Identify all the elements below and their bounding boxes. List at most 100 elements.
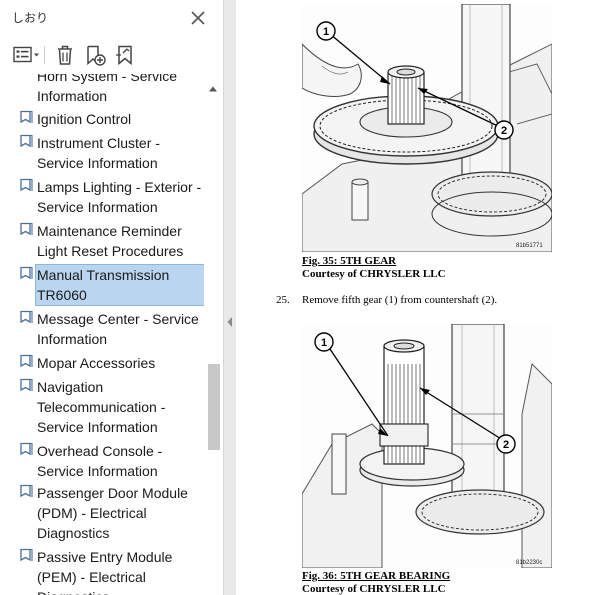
trash-icon xyxy=(58,45,72,65)
bookmarks-panel: しおり Horn System - Service Information Ig… xyxy=(0,0,224,595)
bookmark-label-line: Navigation xyxy=(37,379,104,395)
bookmark-item[interactable]: Horn System - Service Information xyxy=(16,74,204,107)
figure-36-courtesy: Courtesy of CHRYSLER LLC xyxy=(302,583,446,595)
bookmark-icon xyxy=(20,354,33,368)
bookmark-item[interactable]: Passenger Door Module (PDM) - Electrical D… xyxy=(16,482,204,544)
figure-36-image: 1 2 81b2230c xyxy=(301,323,553,569)
bookmark-icon xyxy=(20,134,33,148)
bookmark-icon xyxy=(20,310,33,324)
scroll-up-icon xyxy=(209,86,217,92)
step-text: Remove fifth gear (1) from countershaft … xyxy=(302,294,498,306)
bookmark-icon xyxy=(20,548,33,562)
bookmark-item[interactable]: Passive Entry Module (PEM) - Electrical Di… xyxy=(16,546,204,595)
figure-36-callout-2: 2 xyxy=(503,439,509,451)
bookmark-item[interactable]: Maintenance Reminder Light Reset Procedur… xyxy=(16,220,204,262)
bookmark-icon xyxy=(20,442,33,456)
bookmark-icon xyxy=(20,266,33,280)
figure-35-courtesy: Courtesy of CHRYSLER LLC xyxy=(302,268,446,280)
bookmark-item-label: Overhead Console - Service Information xyxy=(35,440,204,482)
options-button[interactable] xyxy=(10,42,42,68)
bookmark-item-label: Horn System - Service Information xyxy=(35,74,204,107)
add-bookmark-icon xyxy=(87,45,106,66)
find-bookmark-button[interactable] xyxy=(112,42,138,68)
bookmark-label-line: Overhead Console - xyxy=(37,443,163,459)
figure-36-title: Fig. 36: 5TH GEAR BEARING xyxy=(302,570,451,582)
bookmark-item[interactable]: Lamps Lighting - Exterior - Service Infor… xyxy=(16,176,204,218)
scroll-thumb[interactable] xyxy=(208,364,220,450)
bookmark-label-line: Maintenance Reminder xyxy=(37,223,182,239)
bookmark-item-label: Mopar Accessories xyxy=(35,352,204,374)
figure-35-title: Fig. 35: 5TH GEAR xyxy=(302,255,397,267)
bookmark-icon xyxy=(20,378,33,392)
bookmark-label-line: Service Information xyxy=(37,463,158,479)
close-icon xyxy=(191,11,205,25)
bookmark-label-line: Telecommunication - xyxy=(37,399,166,415)
bookmark-item[interactable]: Overhead Console - Service Information xyxy=(16,440,204,482)
figure-36-callout-1: 1 xyxy=(321,337,327,349)
bookmark-label-line: (PDM) - Electrical xyxy=(37,505,147,521)
bookmark-label-line: Information xyxy=(37,88,108,104)
bookmark-icon xyxy=(20,222,33,236)
bookmark-icon xyxy=(20,484,33,498)
bookmark-label-line: (PEM) - Electrical xyxy=(37,569,146,585)
figure-35-caption: Fig. 35: 5TH GEAR Courtesy of CHRYSLER L… xyxy=(302,255,446,281)
document-page: 1 2 81b51771 Fig. 35: 5TH GEAR Courtesy … xyxy=(236,0,600,595)
bookmark-label-line: Service Information xyxy=(37,199,158,215)
figure-36-caption: Fig. 36: 5TH GEAR BEARING Courtesy of CH… xyxy=(302,570,450,595)
collapse-panel-handle[interactable] xyxy=(226,315,234,327)
chevron-left-icon xyxy=(227,317,232,327)
list-options-icon xyxy=(13,46,39,63)
figure-35-image: 1 2 81b51771 xyxy=(301,3,553,253)
toolbar-separator xyxy=(44,46,45,64)
panel-header: しおり xyxy=(0,0,223,34)
procedure-step: 25. Remove fifth gear (1) from countersha… xyxy=(276,294,497,306)
panel-divider[interactable] xyxy=(224,0,236,595)
fifth-gear-bearing-illustration: 1 2 xyxy=(301,323,553,569)
bookmark-item[interactable]: Navigation Telecommunication - Service Inf… xyxy=(16,376,204,438)
bookmark-label-line: Service Information xyxy=(37,419,158,435)
bookmark-item-label: Maintenance Reminder Light Reset Procedur… xyxy=(35,220,204,262)
bookmark-label-line: Lamps Lighting - Exterior - xyxy=(37,179,202,195)
bookmark-label-line: Diagnostics xyxy=(37,525,110,541)
bookmarks-scrollbar[interactable] xyxy=(204,74,222,595)
close-panel-button[interactable] xyxy=(186,6,210,30)
bookmark-item-label: Passive Entry Module (PEM) - Electrical Di… xyxy=(35,546,204,595)
bookmark-label-line: Passive Entry Module xyxy=(37,549,173,565)
bookmark-tree: Horn System - Service Information Ignition… xyxy=(0,74,204,595)
bookmark-item-label: Message Center - Service Information xyxy=(35,308,204,350)
bookmark-label-line: Service Information xyxy=(37,155,158,171)
bookmark-label-line: Message Center - Service xyxy=(37,311,199,327)
bookmark-label-line: Instrument Cluster - xyxy=(37,135,160,151)
bookmarks-toolbar xyxy=(0,38,223,72)
bookmark-label-line: Ignition Control xyxy=(37,111,132,127)
bookmark-item[interactable]: Manual Transmission TR6060 xyxy=(16,264,204,306)
bookmark-item-label: Lamps Lighting - Exterior - Service Infor… xyxy=(35,176,204,218)
bookmark-item-label: Navigation Telecommunication - Service Inf… xyxy=(35,376,204,438)
bookmark-label-line: Information xyxy=(37,331,108,347)
figure-35-callout-2: 2 xyxy=(501,125,507,137)
bookmark-item[interactable]: Message Center - Service Information xyxy=(16,308,204,350)
bookmark-label-line: Mopar Accessories xyxy=(37,355,156,371)
scroll-up-button[interactable] xyxy=(208,80,218,92)
bookmark-item-label: Instrument Cluster - Service Information xyxy=(35,132,204,174)
bookmark-label-line: TR6060 xyxy=(37,287,87,303)
bookmark-item-label: Ignition Control xyxy=(35,108,204,130)
panel-title: しおり xyxy=(12,11,49,25)
fifth-gear-illustration: 1 2 xyxy=(301,3,553,253)
bookmark-item-label: Passenger Door Module (PDM) - Electrical D… xyxy=(35,482,204,544)
bookmark-label-line: Manual Transmission xyxy=(37,267,170,283)
bookmark-label-line: Horn System - Service xyxy=(37,74,178,84)
delete-bookmark-button[interactable] xyxy=(52,42,78,68)
bookmark-label-line: Diagnostics xyxy=(37,587,203,595)
new-bookmark-button[interactable] xyxy=(82,42,108,68)
bookmark-item[interactable]: Instrument Cluster - Service Information xyxy=(16,132,204,174)
bookmark-item[interactable]: Ignition Control xyxy=(16,108,204,130)
bookmark-icon xyxy=(20,178,33,192)
figure-36-code: 81b2230c xyxy=(516,560,543,566)
figure-35-callout-1: 1 xyxy=(323,26,329,38)
bookmark-label-line: Light Reset Procedures xyxy=(37,243,184,259)
bookmark-label-line: Passenger Door Module xyxy=(37,485,188,501)
bookmark-item-label: Manual Transmission TR6060 xyxy=(35,264,204,306)
bookmark-item[interactable]: Mopar Accessories xyxy=(16,352,204,374)
step-number: 25. xyxy=(276,294,290,306)
